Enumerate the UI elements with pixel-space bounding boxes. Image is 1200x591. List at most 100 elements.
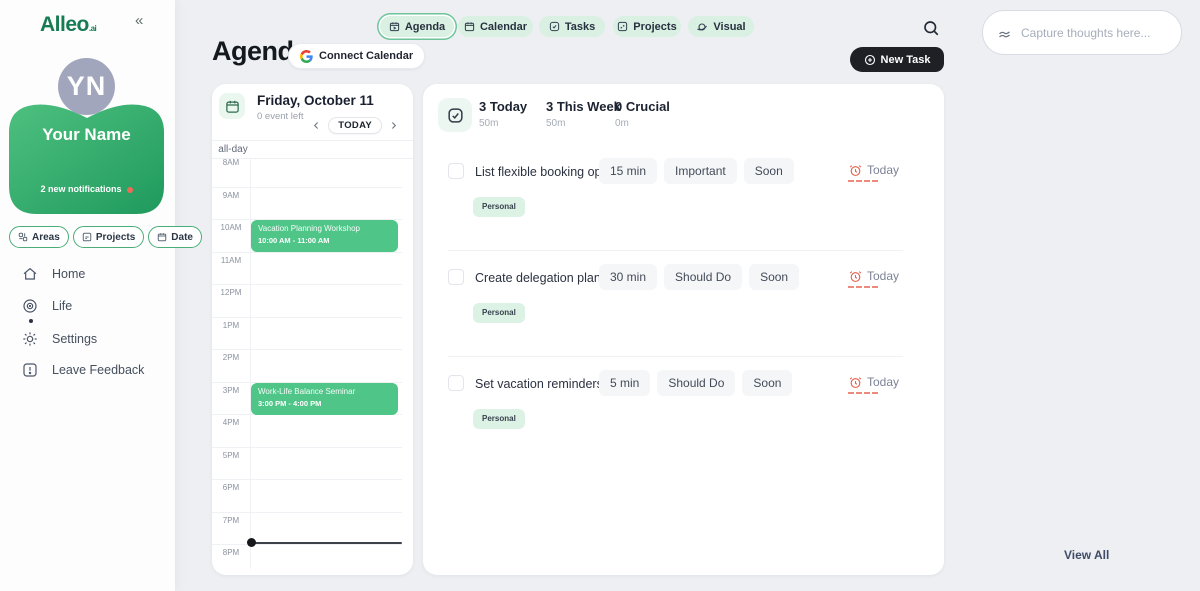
notifications-label: 2 new notifications	[40, 184, 121, 194]
due-label: Today	[867, 163, 899, 177]
stat-today: 3 Today 50m	[479, 99, 527, 129]
priority-pill[interactable]: Should Do	[657, 370, 735, 396]
all-day-label: all-day	[215, 144, 251, 155]
visual-icon	[696, 21, 708, 33]
hour-label: 4PM	[212, 418, 250, 427]
feedback-icon	[22, 362, 38, 378]
sidebar-item-life-label: Life	[52, 299, 72, 313]
filter-areas-label: Areas	[32, 232, 60, 243]
tab-visual[interactable]: Visual	[688, 16, 754, 37]
avatar[interactable]: YN	[58, 58, 115, 115]
tab-projects-label: Projects	[633, 21, 676, 33]
app-logo-text: Alleo	[40, 13, 89, 36]
collapse-sidebar-icon[interactable]: «	[135, 12, 143, 29]
task-title[interactable]: Create delegation plan	[475, 271, 601, 285]
calendar-date-nav: TODAY	[311, 117, 399, 134]
duration-pill[interactable]: 5 min	[599, 370, 650, 396]
connect-calendar-label: Connect Calendar	[319, 50, 413, 62]
tag-personal[interactable]: Personal	[473, 197, 525, 217]
profile-name: Your Name	[9, 125, 164, 145]
calendar-panel: Friday, October 11 0 event left TODAY al…	[212, 84, 413, 575]
duration-pill[interactable]: 15 min	[599, 158, 657, 184]
tab-tasks[interactable]: Tasks	[539, 16, 605, 37]
task-checkbox[interactable]	[448, 269, 464, 285]
tab-calendar[interactable]: Calendar	[458, 16, 533, 37]
duration-pill[interactable]: 30 min	[599, 264, 657, 290]
notifications-link[interactable]: 2 new notifications	[9, 184, 164, 194]
stat-this-week-duration: 50m	[546, 118, 621, 129]
sidebar-item-feedback[interactable]: Leave Feedback	[22, 362, 144, 378]
due-badge[interactable]: Today	[849, 163, 899, 177]
due-underline	[848, 286, 878, 288]
connect-calendar-button[interactable]: Connect Calendar	[288, 43, 425, 69]
all-day-row: all-day	[212, 140, 413, 159]
hour-gridline	[212, 252, 402, 253]
plus-circle-icon	[864, 54, 876, 66]
filter-date-label: Date	[171, 232, 193, 243]
task-row: Create delegation plan 30 min Should Do …	[423, 261, 944, 361]
task-pills: 15 min Important Soon	[599, 158, 794, 184]
hour-gridline	[212, 284, 402, 285]
priority-pill[interactable]: Should Do	[664, 264, 742, 290]
sidebar-item-settings[interactable]: Settings	[22, 331, 97, 347]
filter-projects-button[interactable]: Projects	[73, 226, 144, 248]
task-title[interactable]: Set vacation reminders	[475, 377, 603, 391]
hour-gridline	[212, 187, 402, 188]
tab-agenda[interactable]: Agenda	[380, 16, 454, 37]
projects-icon	[82, 232, 92, 242]
capture-thoughts-input[interactable]	[1021, 11, 1171, 54]
tag-personal[interactable]: Personal	[473, 303, 525, 323]
due-underline	[848, 180, 878, 182]
capture-thoughts-box	[982, 10, 1182, 55]
home-icon	[22, 266, 38, 282]
new-task-label: New Task	[881, 54, 931, 66]
check-square-icon	[438, 98, 472, 132]
timeframe-pill[interactable]: Soon	[742, 370, 792, 396]
alarm-icon	[849, 270, 862, 283]
sidebar-item-life[interactable]: Life	[22, 298, 72, 314]
calendar-event[interactable]: Vacation Planning Workshop 10:00 AM - 11…	[251, 220, 398, 252]
calendar-date-title: Friday, October 11	[257, 93, 374, 108]
sidebar-item-settings-label: Settings	[52, 332, 97, 346]
time-gutter-divider	[250, 141, 251, 569]
filter-areas-button[interactable]: Areas	[9, 226, 69, 248]
tag-personal[interactable]: Personal	[473, 409, 525, 429]
tab-tasks-label: Tasks	[565, 21, 595, 33]
areas-icon	[18, 232, 28, 242]
sidebar-item-home[interactable]: Home	[22, 266, 85, 282]
task-row: List flexible booking options 15 min Imp…	[423, 155, 944, 255]
hour-label: 8PM	[212, 548, 250, 557]
chevron-right-icon[interactable]	[388, 120, 399, 131]
due-badge[interactable]: Today	[849, 375, 899, 389]
current-time-dot[interactable]	[247, 538, 256, 547]
tab-projects[interactable]: Projects	[613, 16, 681, 37]
timeframe-pill[interactable]: Soon	[744, 158, 794, 184]
view-all-link[interactable]: View All	[1064, 548, 1109, 562]
google-icon	[300, 50, 313, 63]
hour-label: 12PM	[212, 288, 250, 297]
today-button[interactable]: TODAY	[328, 117, 382, 134]
timeframe-pill[interactable]: Soon	[749, 264, 799, 290]
calendar-event[interactable]: Work-Life Balance Seminar 3:00 PM - 4:00…	[251, 383, 398, 415]
hour-label: 6PM	[212, 483, 250, 492]
task-checkbox[interactable]	[448, 375, 464, 391]
tab-visual-label: Visual	[713, 21, 745, 33]
due-label: Today	[867, 375, 899, 389]
search-icon[interactable]	[922, 17, 944, 39]
priority-pill[interactable]: Important	[664, 158, 737, 184]
filter-buttons: Areas Projects Date	[9, 226, 202, 248]
due-label: Today	[867, 269, 899, 283]
filter-date-button[interactable]: Date	[148, 226, 202, 248]
chevron-left-icon[interactable]	[311, 120, 322, 131]
hour-label: 8AM	[212, 158, 250, 167]
due-badge[interactable]: Today	[849, 269, 899, 283]
hour-label: 10AM	[212, 223, 250, 232]
task-checkbox[interactable]	[448, 163, 464, 179]
tab-calendar-label: Calendar	[480, 21, 527, 33]
tab-agenda-label: Agenda	[405, 21, 445, 33]
new-task-button[interactable]: New Task	[850, 47, 944, 72]
hour-label: 9AM	[212, 191, 250, 200]
event-time: 10:00 AM - 11:00 AM	[258, 236, 391, 245]
due-underline	[848, 392, 878, 394]
sidebar-item-feedback-label: Leave Feedback	[52, 363, 144, 377]
